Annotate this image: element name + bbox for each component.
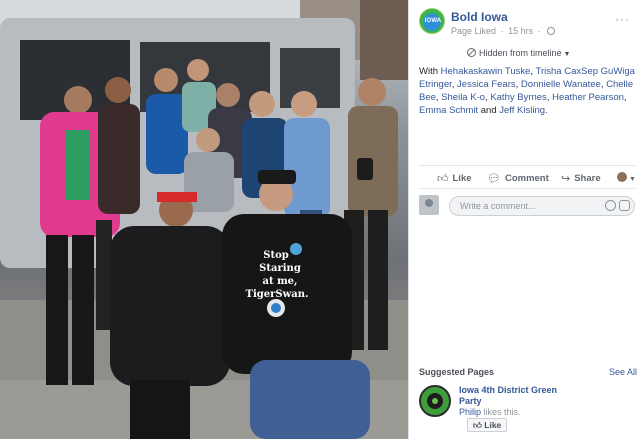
- tagged-person[interactable]: Heather Pearson: [552, 92, 624, 103]
- tag-and: and: [480, 105, 497, 116]
- comment-composer: Write a comment...: [419, 195, 637, 217]
- see-all-link[interactable]: See All: [609, 367, 637, 377]
- hidden-label: Hidden from timeline: [479, 48, 562, 58]
- share-arrow-icon: ↪: [561, 173, 571, 185]
- page-liked-status: Page Liked: [451, 26, 497, 36]
- meta-separator-2: ·: [537, 26, 541, 36]
- tagged-person[interactable]: Sheila K-o: [441, 92, 485, 103]
- suggested-like-button[interactable]: 👍︎ Like: [467, 418, 508, 432]
- tagged-person-last[interactable]: Jeff Kisling.: [499, 105, 547, 116]
- thumbs-up-icon: 👍︎: [473, 420, 482, 430]
- comment-input[interactable]: Write a comment...: [449, 196, 635, 216]
- page-avatar-text: IOWA: [424, 18, 442, 24]
- thumbs-up-icon: 👍︎: [437, 173, 449, 185]
- comment-bubble-icon: 💬︎: [487, 173, 501, 185]
- suggested-like-label: Like: [484, 420, 502, 430]
- comment-button[interactable]: 💬︎ Comment: [487, 172, 549, 185]
- tagged-people-text: With Hehakaskawin Tuske, Trisha CaxSep G…: [419, 66, 635, 116]
- suggested-page-avatar[interactable]: [419, 385, 451, 417]
- tagged-person[interactable]: Jessica Fears: [457, 79, 516, 90]
- meta-separator: ·: [500, 26, 504, 36]
- post-actions-bar: 👍︎ Like 💬︎ Comment ↪ Share ▼: [419, 165, 636, 189]
- more-options-icon[interactable]: ···: [615, 12, 630, 26]
- post-photo[interactable]: Stop Staring at me, TigerSwan.: [0, 0, 408, 439]
- caret-down-icon: ▼: [629, 176, 636, 183]
- share-label: Share: [574, 173, 601, 184]
- emoji-icon[interactable]: [605, 200, 616, 211]
- suggested-page-likes: Philip likes this.: [459, 407, 521, 417]
- tagged-person[interactable]: Hehakaskawin Tuske: [441, 66, 531, 77]
- tag-intro: With: [419, 66, 438, 77]
- shirt-text-line-3: at me,: [262, 276, 297, 287]
- page-name-link[interactable]: Bold Iowa: [451, 10, 508, 24]
- reactor-selector[interactable]: ▼: [617, 172, 636, 184]
- comment-label: Comment: [504, 173, 549, 184]
- comment-placeholder: Write a comment...: [460, 201, 536, 211]
- sticker-icon[interactable]: [619, 200, 630, 211]
- post-side-panel: IOWA Bold Iowa Page Liked · 15 hrs · ···…: [408, 0, 640, 439]
- hidden-ban-icon: [467, 48, 476, 57]
- like-label: Like: [452, 173, 472, 184]
- hidden-from-timeline-dropdown[interactable]: Hidden from timeline ▼: [467, 48, 570, 58]
- page-avatar[interactable]: IOWA: [419, 8, 445, 34]
- post-time[interactable]: 15 hrs: [508, 26, 533, 36]
- tagged-person[interactable]: Emma Schmit: [419, 105, 478, 116]
- tagged-person[interactable]: Donnielle Wanatee: [521, 79, 601, 90]
- reactor-avatar: [617, 172, 627, 182]
- commenter-avatar: [419, 195, 439, 215]
- tagged-person[interactable]: Kathy Byrnes: [490, 92, 547, 103]
- globe-icon: [547, 27, 556, 35]
- post-header: IOWA Bold Iowa Page Liked · 15 hrs · ···…: [419, 8, 634, 58]
- group-photo-illustration: Stop Staring at me, TigerSwan.: [0, 0, 408, 439]
- post-meta: Page Liked · 15 hrs ·: [451, 26, 556, 36]
- share-button[interactable]: ↪ Share: [561, 172, 601, 185]
- caret-down-icon: ▼: [563, 51, 571, 58]
- liker-name[interactable]: Philip: [459, 407, 481, 417]
- suggested-page-name[interactable]: Iowa 4th District Green Party: [459, 385, 569, 407]
- shirt-text-line-2: Staring: [259, 263, 301, 274]
- suggested-pages-title: Suggested Pages: [419, 367, 495, 377]
- like-button[interactable]: 👍︎ Like: [437, 172, 472, 185]
- shirt-text-line-1: Stop: [263, 250, 289, 261]
- shirt-text-line-4: TigerSwan.: [246, 289, 309, 300]
- likes-suffix: likes this.: [483, 407, 521, 417]
